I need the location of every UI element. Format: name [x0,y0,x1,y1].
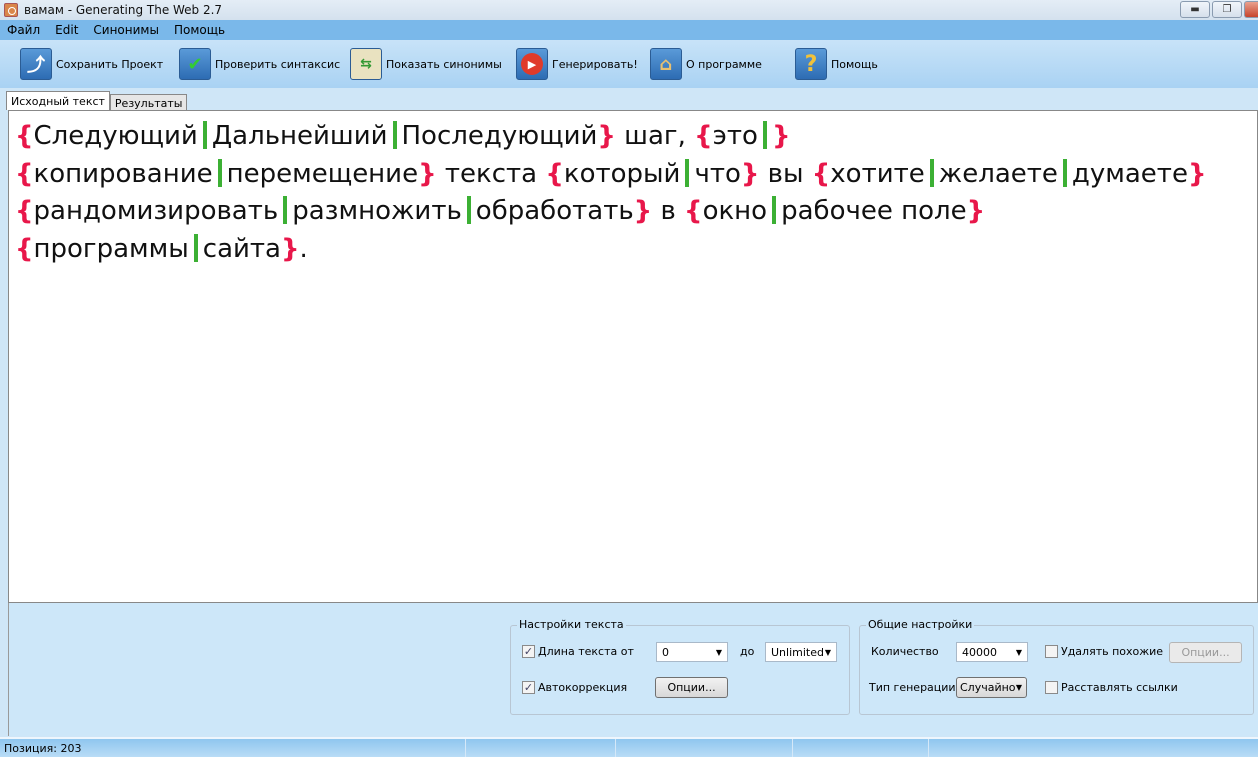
autocorrect-options-button[interactable]: Опции... [655,677,728,698]
brace: { [694,121,713,151]
minimize-button[interactable]: ▬ [1180,1,1210,18]
brace: } [597,121,616,151]
editor-line: {копирование перемещение} текста {который… [15,158,1207,189]
pipe-separator [685,158,690,187]
save-icon: ⤴ [20,48,52,80]
pipe-separator [1062,158,1067,187]
brace: } [418,158,437,189]
status-bar: Позиция: 203 [0,737,1258,757]
menu-file[interactable]: Файл [0,23,48,37]
pipe-separator [929,158,934,187]
gen-type-label: Тип генерации [869,681,956,694]
pipe-separator [762,121,767,149]
pipe-separator [772,196,777,224]
dropdown-arrow-icon: ▼ [824,647,831,657]
place-links-checkbox[interactable]: Расставлять ссылки [1045,681,1178,694]
dropdown-arrow-icon: ▼ [1015,647,1022,657]
about-button[interactable]: ⌂ О программе [650,48,795,80]
brace: { [684,196,703,226]
generate-button[interactable]: ▶ Генерировать! [516,48,650,80]
source-text-editor[interactable]: {Следующий Дальнейший Последующий} шаг, {э… [8,110,1258,603]
gen-type-select[interactable]: Случайно ▼ [956,677,1027,698]
home-icon: ⌂ [650,48,682,80]
check-syntax-button[interactable]: ✔ Проверить синтаксис [179,48,350,80]
pipe-separator [193,233,198,262]
checkmark-icon: ✔ [179,48,211,80]
help-icon: ? [795,48,827,80]
length-from-select[interactable]: 0 ▼ [656,642,728,662]
close-button[interactable] [1244,1,1258,18]
brace: } [771,121,791,151]
help-button[interactable]: ? Помощь [795,48,878,80]
text-settings-title: Настройки текста [517,618,626,631]
pipe-separator [392,121,397,149]
brace: } [966,196,986,226]
pipe-separator [466,196,471,224]
count-select[interactable]: 40000 ▼ [956,642,1028,662]
brace: } [1187,158,1207,189]
brace: } [280,233,300,264]
remove-similar-checkbox[interactable]: Удалять похожие [1045,645,1163,658]
pipe-separator [217,158,222,187]
menu-edit[interactable]: Edit [48,23,86,37]
swap-documents-icon: ⇆ [350,48,382,80]
status-position: Позиция: 203 [0,739,466,757]
editor-line: {программы сайта}. [15,233,308,264]
tab-results[interactable]: Результаты [109,94,188,110]
menu-help[interactable]: Помощь [167,23,233,37]
dropdown-arrow-icon: ▼ [1015,683,1022,692]
window-title: вамам - Generating The Web 2.7 [24,3,223,17]
menu-bar: Файл Edit Синонимы Помощь [0,20,1258,40]
to-label: до [740,645,755,658]
dropdown-arrow-icon: ▼ [715,647,722,657]
app-icon[interactable] [4,3,18,17]
remove-similar-options-button[interactable]: Опции... [1169,642,1242,663]
brace: { [15,233,34,264]
brace: { [545,158,564,189]
checkbox-checked-icon: ✓ [522,645,535,658]
title-bar: вамам - Generating The Web 2.7 ▬ ❐ [0,0,1258,20]
length-to-select[interactable]: Unlimited ▼ [765,642,837,662]
menu-synonyms[interactable]: Синонимы [86,23,167,37]
restore-button[interactable]: ❐ [1212,1,1242,18]
brace: { [811,158,831,189]
pipe-separator [202,121,207,149]
editor-line: {рандомизировать размножить обработать} в … [15,196,986,226]
text-settings-group: Настройки текста ✓ Длина текста от 0 ▼ до … [510,618,850,715]
brace: { [15,196,34,226]
brace: { [15,121,34,151]
length-checkbox[interactable]: ✓ Длина текста от [522,645,634,658]
checkbox-checked-icon: ✓ [522,681,535,694]
general-settings-title: Общие настройки [866,618,975,631]
brace: } [633,196,653,226]
tab-source-text[interactable]: Исходный текст [6,91,110,110]
play-icon: ▶ [516,48,548,80]
show-synonyms-button[interactable]: ⇆ Показать синонимы [350,48,516,80]
save-project-button[interactable]: ⤴ Сохранить Проект [20,48,179,80]
general-settings-group: Общие настройки Количество 40000 ▼ Удалят… [859,618,1254,715]
toolbar: ⤴ Сохранить Проект ✔ Проверить синтаксис ⇆… [0,40,1258,88]
settings-panel: Настройки текста ✓ Длина текста от 0 ▼ до … [8,603,1258,736]
pipe-separator [283,196,288,224]
editor-line: {Следующий Дальнейший Последующий} шаг, {э… [15,121,791,151]
brace: { [15,158,34,189]
brace: } [740,158,760,189]
count-label: Количество [871,645,939,658]
autocorrect-checkbox[interactable]: ✓ Автокоррекция [522,681,627,694]
